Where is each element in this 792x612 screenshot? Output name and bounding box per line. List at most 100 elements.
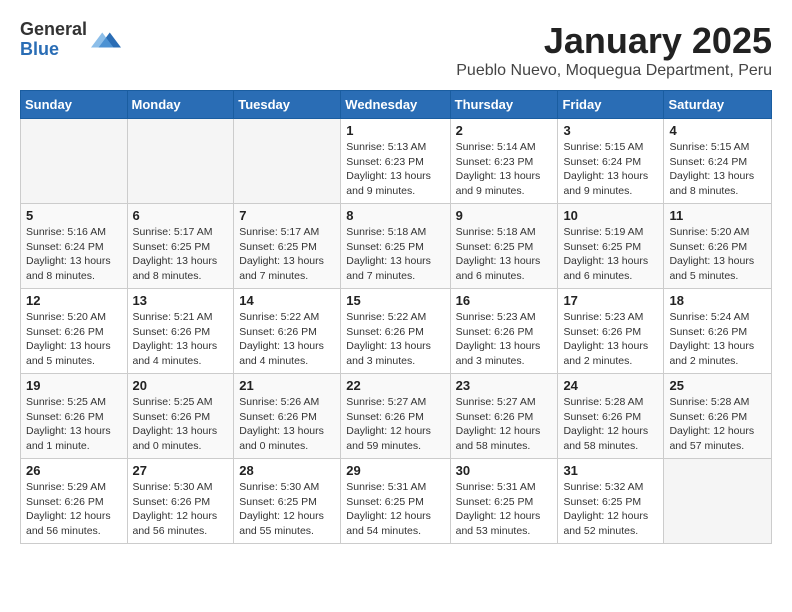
calendar-cell: 17 Sunrise: 5:23 AM Sunset: 6:26 PM Dayli… bbox=[558, 289, 664, 374]
calendar-cell: 10 Sunrise: 5:19 AM Sunset: 6:25 PM Dayli… bbox=[558, 204, 664, 289]
day-number: 8 bbox=[346, 208, 444, 223]
day-info: Sunrise: 5:22 AM Sunset: 6:26 PM Dayligh… bbox=[346, 310, 444, 369]
calendar-cell: 26Sunrise: 5:29 AM Sunset: 6:26 PM Dayli… bbox=[21, 459, 128, 544]
day-info: Sunrise: 5:18 AM Sunset: 6:25 PM Dayligh… bbox=[456, 225, 553, 284]
day-number: 21 bbox=[239, 378, 335, 393]
day-number: 1 bbox=[346, 123, 444, 138]
page-header: General Blue January 2025 Pueblo Nuevo, … bbox=[20, 20, 772, 80]
calendar-cell: 3Sunrise: 5:15 AM Sunset: 6:24 PM Daylig… bbox=[558, 119, 664, 204]
calendar-cell: 2 Sunrise: 5:14 AM Sunset: 6:23 PM Daylig… bbox=[450, 119, 558, 204]
day-info: Sunrise: 5:25 AM Sunset: 6:26 PM Dayligh… bbox=[133, 395, 229, 454]
calendar-cell: 30 Sunrise: 5:31 AM Sunset: 6:25 PM Dayli… bbox=[450, 459, 558, 544]
day-number: 13 bbox=[133, 293, 229, 308]
day-number: 31 bbox=[563, 463, 658, 478]
day-info: Sunrise: 5:19 AM Sunset: 6:25 PM Dayligh… bbox=[563, 225, 658, 284]
day-number: 17 bbox=[563, 293, 658, 308]
calendar-cell: 31 Sunrise: 5:32 AM Sunset: 6:25 PM Dayli… bbox=[558, 459, 664, 544]
day-number: 29 bbox=[346, 463, 444, 478]
day-info: Sunrise: 5:24 AM Sunset: 6:26 PM Dayligh… bbox=[669, 310, 766, 369]
day-number: 28 bbox=[239, 463, 335, 478]
day-info: Sunrise: 5:13 AM Sunset: 6:23 PM Dayligh… bbox=[346, 140, 444, 199]
calendar-cell: 12Sunrise: 5:20 AM Sunset: 6:26 PM Dayli… bbox=[21, 289, 128, 374]
day-info: Sunrise: 5:23 AM Sunset: 6:26 PM Dayligh… bbox=[563, 310, 658, 369]
day-info: Sunrise: 5:32 AM Sunset: 6:25 PM Dayligh… bbox=[563, 480, 658, 539]
day-number: 24 bbox=[563, 378, 658, 393]
calendar-cell: 14 Sunrise: 5:22 AM Sunset: 6:26 PM Dayli… bbox=[234, 289, 341, 374]
calendar-cell bbox=[234, 119, 341, 204]
day-number: 14 bbox=[239, 293, 335, 308]
calendar-cell: 9 Sunrise: 5:18 AM Sunset: 6:25 PM Daylig… bbox=[450, 204, 558, 289]
day-info: Sunrise: 5:25 AM Sunset: 6:26 PM Dayligh… bbox=[26, 395, 122, 454]
day-number: 7 bbox=[239, 208, 335, 223]
weekday-header-saturday: Saturday bbox=[664, 91, 772, 119]
week-row-1: 1 Sunrise: 5:13 AM Sunset: 6:23 PM Daylig… bbox=[21, 119, 772, 204]
day-number: 10 bbox=[563, 208, 658, 223]
day-number: 18 bbox=[669, 293, 766, 308]
logo-general: General bbox=[20, 20, 87, 40]
week-row-2: 5 Sunrise: 5:16 AM Sunset: 6:24 PM Daylig… bbox=[21, 204, 772, 289]
calendar-cell: 5 Sunrise: 5:16 AM Sunset: 6:24 PM Daylig… bbox=[21, 204, 128, 289]
calendar-cell: 1 Sunrise: 5:13 AM Sunset: 6:23 PM Daylig… bbox=[341, 119, 450, 204]
weekday-header-wednesday: Wednesday bbox=[341, 91, 450, 119]
calendar-cell: 28Sunrise: 5:30 AM Sunset: 6:25 PM Dayli… bbox=[234, 459, 341, 544]
calendar-cell: 8 Sunrise: 5:18 AM Sunset: 6:25 PM Daylig… bbox=[341, 204, 450, 289]
week-row-5: 26Sunrise: 5:29 AM Sunset: 6:26 PM Dayli… bbox=[21, 459, 772, 544]
day-number: 19 bbox=[26, 378, 122, 393]
day-info: Sunrise: 5:16 AM Sunset: 6:24 PM Dayligh… bbox=[26, 225, 122, 284]
day-info: Sunrise: 5:21 AM Sunset: 6:26 PM Dayligh… bbox=[133, 310, 229, 369]
week-row-4: 19 Sunrise: 5:25 AM Sunset: 6:26 PM Dayli… bbox=[21, 374, 772, 459]
weekday-header-monday: Monday bbox=[127, 91, 234, 119]
day-number: 6 bbox=[133, 208, 229, 223]
calendar-cell: 15 Sunrise: 5:22 AM Sunset: 6:26 PM Dayli… bbox=[341, 289, 450, 374]
calendar-cell: 25Sunrise: 5:28 AM Sunset: 6:26 PM Dayli… bbox=[664, 374, 772, 459]
calendar-cell: 6Sunrise: 5:17 AM Sunset: 6:25 PM Daylig… bbox=[127, 204, 234, 289]
day-info: Sunrise: 5:14 AM Sunset: 6:23 PM Dayligh… bbox=[456, 140, 553, 199]
day-number: 9 bbox=[456, 208, 553, 223]
week-row-3: 12Sunrise: 5:20 AM Sunset: 6:26 PM Dayli… bbox=[21, 289, 772, 374]
calendar-cell bbox=[127, 119, 234, 204]
logo-icon bbox=[91, 25, 121, 55]
calendar-title: January 2025 bbox=[456, 20, 772, 62]
calendar-cell: 22Sunrise: 5:27 AM Sunset: 6:26 PM Dayli… bbox=[341, 374, 450, 459]
day-info: Sunrise: 5:20 AM Sunset: 6:26 PM Dayligh… bbox=[669, 225, 766, 284]
day-number: 20 bbox=[133, 378, 229, 393]
calendar-cell: 20 Sunrise: 5:25 AM Sunset: 6:26 PM Dayli… bbox=[127, 374, 234, 459]
day-info: Sunrise: 5:29 AM Sunset: 6:26 PM Dayligh… bbox=[26, 480, 122, 539]
day-number: 2 bbox=[456, 123, 553, 138]
day-number: 30 bbox=[456, 463, 553, 478]
calendar-cell: 19 Sunrise: 5:25 AM Sunset: 6:26 PM Dayli… bbox=[21, 374, 128, 459]
day-info: Sunrise: 5:17 AM Sunset: 6:25 PM Dayligh… bbox=[239, 225, 335, 284]
weekday-header-row: SundayMondayTuesdayWednesdayThursdayFrid… bbox=[21, 91, 772, 119]
day-info: Sunrise: 5:22 AM Sunset: 6:26 PM Dayligh… bbox=[239, 310, 335, 369]
calendar-cell: 27Sunrise: 5:30 AM Sunset: 6:26 PM Dayli… bbox=[127, 459, 234, 544]
day-number: 16 bbox=[456, 293, 553, 308]
day-info: Sunrise: 5:28 AM Sunset: 6:26 PM Dayligh… bbox=[563, 395, 658, 454]
weekday-header-friday: Friday bbox=[558, 91, 664, 119]
day-info: Sunrise: 5:30 AM Sunset: 6:26 PM Dayligh… bbox=[133, 480, 229, 539]
day-number: 5 bbox=[26, 208, 122, 223]
day-info: Sunrise: 5:18 AM Sunset: 6:25 PM Dayligh… bbox=[346, 225, 444, 284]
day-number: 25 bbox=[669, 378, 766, 393]
day-info: Sunrise: 5:26 AM Sunset: 6:26 PM Dayligh… bbox=[239, 395, 335, 454]
day-info: Sunrise: 5:15 AM Sunset: 6:24 PM Dayligh… bbox=[669, 140, 766, 199]
day-number: 15 bbox=[346, 293, 444, 308]
day-number: 23 bbox=[456, 378, 553, 393]
logo-blue: Blue bbox=[20, 40, 87, 60]
weekday-header-thursday: Thursday bbox=[450, 91, 558, 119]
calendar-cell: 11Sunrise: 5:20 AM Sunset: 6:26 PM Dayli… bbox=[664, 204, 772, 289]
title-section: January 2025 Pueblo Nuevo, Moquegua Depa… bbox=[456, 20, 772, 80]
weekday-header-tuesday: Tuesday bbox=[234, 91, 341, 119]
day-number: 4 bbox=[669, 123, 766, 138]
logo: General Blue bbox=[20, 20, 121, 60]
calendar-cell: 13 Sunrise: 5:21 AM Sunset: 6:26 PM Dayli… bbox=[127, 289, 234, 374]
day-info: Sunrise: 5:31 AM Sunset: 6:25 PM Dayligh… bbox=[346, 480, 444, 539]
weekday-header-sunday: Sunday bbox=[21, 91, 128, 119]
day-number: 12 bbox=[26, 293, 122, 308]
calendar-cell: 4 Sunrise: 5:15 AM Sunset: 6:24 PM Daylig… bbox=[664, 119, 772, 204]
calendar-cell: 29 Sunrise: 5:31 AM Sunset: 6:25 PM Dayli… bbox=[341, 459, 450, 544]
day-info: Sunrise: 5:15 AM Sunset: 6:24 PM Dayligh… bbox=[563, 140, 658, 199]
day-info: Sunrise: 5:31 AM Sunset: 6:25 PM Dayligh… bbox=[456, 480, 553, 539]
calendar-subtitle: Pueblo Nuevo, Moquegua Department, Peru bbox=[456, 62, 772, 80]
day-number: 22 bbox=[346, 378, 444, 393]
day-info: Sunrise: 5:23 AM Sunset: 6:26 PM Dayligh… bbox=[456, 310, 553, 369]
